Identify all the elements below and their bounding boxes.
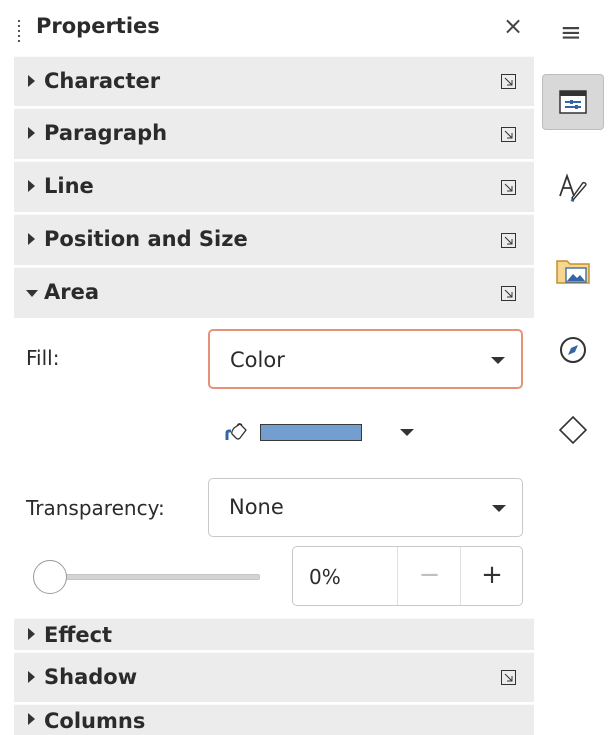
fill-color-picker[interactable] bbox=[224, 420, 424, 446]
section-line[interactable]: Line bbox=[14, 161, 534, 212]
section-character[interactable]: Character bbox=[14, 56, 534, 106]
tab-shapes[interactable] bbox=[542, 402, 604, 458]
expand-arrow-icon bbox=[28, 233, 35, 245]
section-label: Effect bbox=[44, 623, 113, 647]
expand-arrow-icon bbox=[28, 670, 35, 683]
more-options-icon[interactable] bbox=[501, 233, 516, 248]
fill-label: Fill: bbox=[26, 346, 60, 370]
shapes-icon bbox=[558, 415, 588, 445]
chevron-down-icon bbox=[491, 357, 505, 364]
transparency-value: None bbox=[229, 495, 284, 519]
sidebar-tab-bar: ≡ bbox=[534, 0, 614, 735]
properties-icon bbox=[559, 90, 587, 114]
section-label: Shadow bbox=[44, 665, 138, 689]
fill-type-value: Color bbox=[230, 348, 285, 372]
section-area[interactable]: Area bbox=[14, 267, 534, 318]
chevron-down-icon[interactable] bbox=[400, 429, 414, 436]
drag-grip-icon[interactable] bbox=[18, 20, 21, 42]
transparency-label: Transparency: bbox=[26, 496, 165, 520]
section-label: Paragraph bbox=[44, 121, 168, 145]
section-position-size[interactable]: Position and Size bbox=[14, 214, 534, 265]
transparency-dropdown[interactable]: None bbox=[208, 478, 523, 537]
paint-bucket-icon bbox=[225, 423, 247, 440]
tab-properties[interactable] bbox=[542, 74, 604, 130]
expand-arrow-icon bbox=[28, 627, 35, 640]
gallery-icon bbox=[556, 260, 590, 284]
increment-button[interactable]: + bbox=[460, 547, 523, 605]
transparency-slider-handle[interactable] bbox=[33, 560, 67, 594]
tab-styles[interactable] bbox=[542, 160, 604, 216]
section-label: Character bbox=[44, 69, 161, 93]
transparency-slider-track[interactable] bbox=[48, 574, 260, 580]
collapse-arrow-icon bbox=[26, 290, 38, 297]
hamburger-menu-icon[interactable]: ≡ bbox=[560, 18, 582, 48]
expand-arrow-icon bbox=[28, 180, 35, 192]
navigator-icon bbox=[560, 337, 586, 363]
more-options-icon[interactable] bbox=[501, 180, 516, 195]
more-options-icon[interactable] bbox=[501, 74, 516, 89]
more-options-icon[interactable] bbox=[501, 670, 516, 685]
more-options-icon[interactable] bbox=[501, 127, 516, 142]
section-label: Area bbox=[44, 280, 100, 304]
section-label: Columns bbox=[44, 709, 146, 733]
chevron-down-icon bbox=[492, 505, 506, 512]
expand-arrow-icon bbox=[28, 127, 35, 139]
transparency-percent-field[interactable]: 0% bbox=[309, 565, 341, 589]
color-swatch[interactable] bbox=[260, 424, 362, 441]
section-paragraph[interactable]: Paragraph bbox=[14, 108, 534, 159]
properties-panel: Properties × Character Paragraph Line Po… bbox=[0, 0, 534, 735]
section-columns[interactable]: Columns bbox=[14, 704, 534, 735]
close-icon[interactable]: × bbox=[503, 12, 523, 40]
tab-gallery[interactable] bbox=[542, 243, 604, 299]
section-shadow[interactable]: Shadow bbox=[14, 652, 534, 702]
tab-navigator[interactable] bbox=[542, 322, 604, 378]
fill-type-dropdown[interactable]: Color bbox=[208, 329, 523, 389]
expand-arrow-icon bbox=[28, 713, 35, 725]
panel-titlebar: Properties × bbox=[0, 0, 534, 54]
section-effect[interactable]: Effect bbox=[14, 618, 534, 650]
transparency-spinbox[interactable]: 0% − + bbox=[292, 546, 523, 606]
expand-arrow-icon bbox=[28, 74, 35, 87]
panel-title: Properties bbox=[36, 14, 160, 38]
section-label: Line bbox=[44, 174, 94, 198]
styles-icon bbox=[559, 173, 587, 202]
decrement-button[interactable]: − bbox=[397, 547, 461, 605]
section-label: Position and Size bbox=[44, 227, 248, 251]
more-options-icon[interactable] bbox=[501, 286, 516, 301]
